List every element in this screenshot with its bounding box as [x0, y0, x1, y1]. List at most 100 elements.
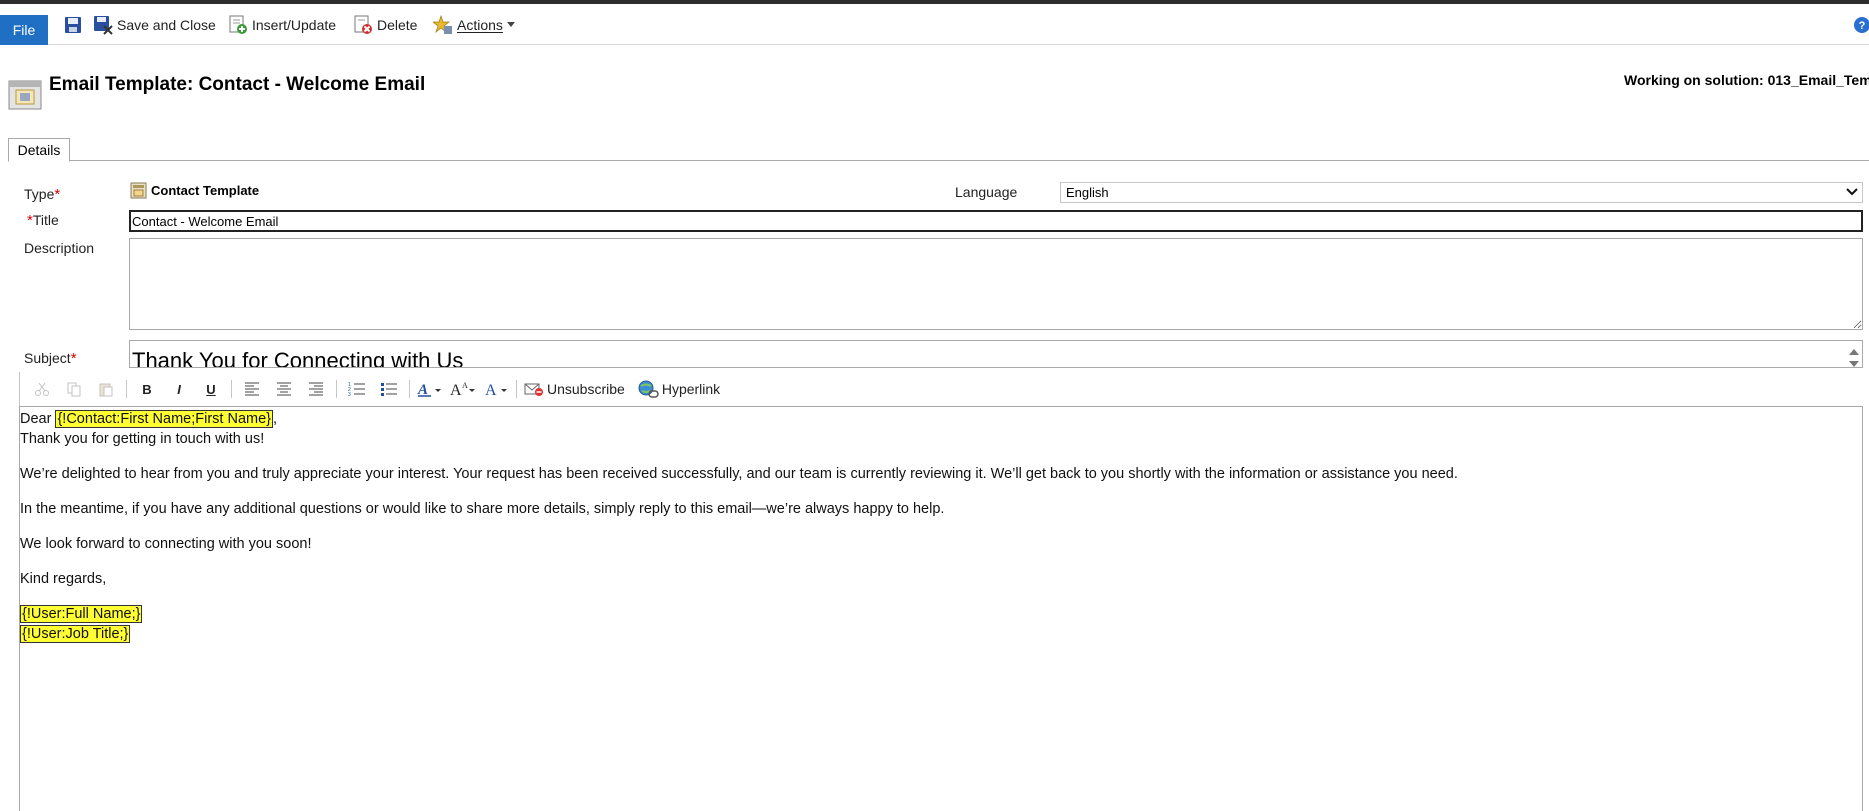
language-select[interactable]: English	[1060, 182, 1863, 203]
greeting-suffix: ,	[273, 411, 278, 427]
contact-template-icon	[130, 182, 147, 199]
numbered-list-button[interactable]: 123	[341, 377, 373, 401]
page-title: Email Template: Contact - Welcome Email	[49, 74, 426, 95]
help-icon[interactable]: ?	[1853, 16, 1869, 34]
greeting-line: Dear {!Contact:First Name;First Name},	[20, 409, 1862, 429]
align-center-button[interactable]	[268, 377, 300, 401]
email-template-icon	[8, 78, 42, 112]
signature-name-line: {!User:Full Name;}	[20, 604, 1862, 624]
paste-button[interactable]	[90, 377, 122, 401]
save-and-close-label: Save and Close	[117, 17, 216, 33]
align-right-button[interactable]	[300, 377, 332, 401]
command-ribbon: File Save and Close Insert/Update Delete…	[0, 4, 1869, 45]
subject-label: Subject	[24, 350, 71, 366]
contact-first-name-slug[interactable]: {!Contact:First Name;First Name}	[55, 410, 273, 428]
align-left-button[interactable]	[236, 377, 268, 401]
closing-line: Kind regards,	[20, 571, 107, 587]
description-textarea[interactable]	[129, 238, 1863, 330]
email-body-editor[interactable]: Dear {!Contact:First Name;First Name}, T…	[19, 406, 1863, 811]
user-full-name-slug[interactable]: {!User:Full Name;}	[20, 605, 143, 623]
bulleted-list-button[interactable]	[373, 377, 405, 401]
type-value: Contact Template	[130, 182, 259, 199]
type-value-text: Contact Template	[151, 183, 260, 198]
font-color-icon: A	[485, 382, 507, 398]
underline-button[interactable]: U	[195, 377, 227, 401]
chevron-down-icon	[506, 22, 515, 27]
hyperlink-label: Hyperlink	[661, 381, 721, 397]
save-close-icon	[94, 16, 113, 35]
font-size-button[interactable]: AA	[446, 377, 480, 401]
copy-button[interactable]	[58, 377, 90, 401]
solution-indicator: Working on solution: 013_Email_Temp	[1624, 72, 1869, 88]
type-label: Type	[24, 186, 55, 202]
save-button[interactable]	[64, 12, 82, 38]
actions-label: Actions	[457, 17, 503, 33]
subject-label-group: Subject*	[24, 350, 77, 367]
save-and-close-button[interactable]: Save and Close	[93, 12, 216, 38]
required-marker: *	[70, 350, 77, 367]
font-family-icon: A	[417, 382, 441, 398]
svg-text:3: 3	[348, 392, 351, 397]
language-value: English	[1066, 185, 1109, 200]
title-label: Title	[32, 212, 59, 228]
align-right-icon	[309, 382, 323, 396]
title-input[interactable]	[129, 210, 1863, 232]
subject-value: Thank You for Connecting with Us	[132, 348, 464, 368]
toolbar-separator	[231, 380, 232, 398]
insert-update-label: Insert/Update	[252, 17, 337, 33]
svg-text:A: A	[462, 381, 468, 390]
unsubscribe-button[interactable]: Unsubscribe	[521, 377, 628, 401]
body-paragraph-1: We’re delighted to hear from you and tru…	[20, 466, 1458, 482]
delete-label: Delete	[377, 17, 418, 33]
numbered-list-icon: 123	[348, 382, 365, 397]
copy-icon	[67, 382, 81, 397]
subject-input[interactable]: Thank You for Connecting with Us	[129, 340, 1863, 368]
unsubscribe-icon	[524, 383, 543, 396]
cut-button[interactable]	[26, 377, 58, 401]
description-label: Description	[24, 240, 95, 256]
bold-button[interactable]: B	[131, 377, 163, 401]
font-family-button[interactable]: A	[414, 377, 446, 401]
toolbar-separator	[516, 380, 517, 398]
actions-menu-button[interactable]: Actions	[433, 12, 515, 38]
greeting-prefix: Dear	[20, 411, 52, 427]
scissors-icon	[35, 382, 49, 396]
subject-scrollbar[interactable]	[1846, 343, 1862, 367]
title-label-group: *Title	[27, 212, 59, 229]
required-marker: *	[54, 186, 61, 203]
unsubscribe-label: Unsubscribe	[547, 381, 625, 397]
signature-title-line: {!User:Job Title;}	[20, 624, 1862, 644]
align-left-icon	[245, 382, 259, 396]
insert-update-button[interactable]: Insert/Update	[228, 12, 336, 38]
hyperlink-button[interactable]: Hyperlink	[634, 377, 723, 401]
toolbar-separator	[336, 380, 337, 398]
svg-text:?: ?	[1859, 20, 1866, 32]
file-button[interactable]: File	[0, 15, 48, 45]
save-icon	[65, 17, 81, 33]
globe-link-icon	[638, 380, 659, 398]
toolbar-separator	[126, 380, 127, 398]
body-paragraph-2: In the meantime, if you have any additio…	[20, 501, 945, 517]
actions-icon	[433, 15, 452, 34]
body-line-thanks: Thank you for getting in touch with us!	[20, 431, 265, 447]
tab-strip-divider	[46, 160, 1869, 161]
paste-icon	[99, 383, 113, 397]
font-color-button[interactable]: A	[480, 377, 512, 401]
bulleted-list-icon	[381, 383, 397, 396]
svg-text:A: A	[485, 382, 497, 398]
delete-icon	[354, 15, 372, 34]
type-label-group: Type*	[24, 186, 60, 203]
insert-update-icon	[229, 15, 247, 34]
chevron-down-icon	[1846, 188, 1858, 196]
tab-details[interactable]: Details	[8, 138, 70, 162]
svg-text:A: A	[450, 382, 462, 398]
editor-toolbar: B I U 123 A AA A Unsubscribe Hyperlink	[19, 372, 1863, 406]
body-paragraph-3: We look forward to connecting with you s…	[20, 536, 312, 552]
language-label: Language	[955, 184, 1018, 200]
user-job-title-slug[interactable]: {!User:Job Title;}	[20, 625, 131, 643]
italic-button[interactable]: I	[163, 377, 195, 401]
align-center-icon	[277, 382, 291, 396]
delete-button[interactable]: Delete	[353, 12, 417, 38]
font-size-icon: AA	[450, 381, 475, 398]
toolbar-separator	[409, 380, 410, 398]
